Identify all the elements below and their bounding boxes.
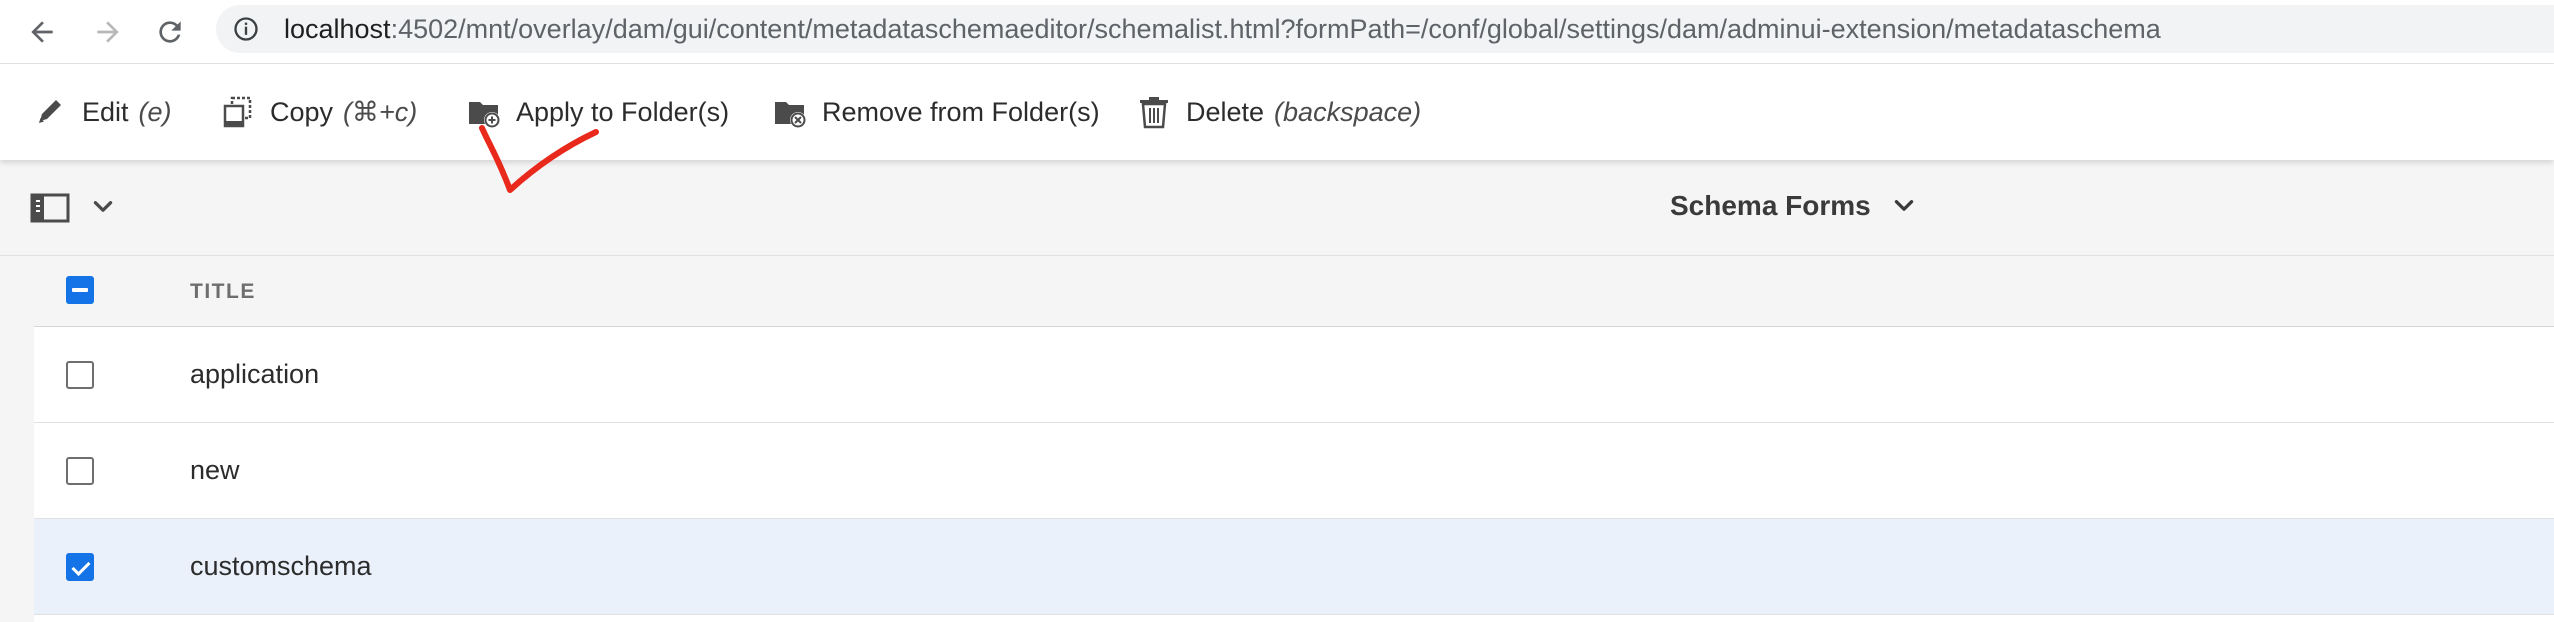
row-title[interactable]: customschema (190, 551, 372, 582)
pencil-icon (39, 100, 61, 123)
info-icon[interactable] (232, 15, 260, 43)
apply-label: Apply to Folder(s) (516, 96, 730, 127)
content-toolbar: Schema Forms (0, 160, 2554, 256)
rail-toggle-icon[interactable] (30, 192, 70, 224)
table-row[interactable]: new (34, 423, 2554, 519)
forward-button[interactable] (88, 12, 128, 52)
chevron-down-icon[interactable] (90, 194, 116, 220)
action-bar: Edit (e) Copy (⌘+c) Apply to Folder(s) R… (0, 64, 2554, 160)
column-header-title[interactable]: TITLE (190, 280, 256, 304)
url-text[interactable]: localhost:4502/mnt/overlay/dam/gui/conte… (284, 14, 2161, 44)
delete-button[interactable]: Delete (backspace) (1136, 64, 1421, 160)
remove-label: Remove from Folder(s) (822, 96, 1100, 127)
copy-icon (223, 96, 252, 128)
copy-button[interactable]: Copy (⌘+c) (220, 64, 417, 160)
copy-label: Copy (270, 96, 334, 127)
row-checkbox[interactable] (66, 457, 94, 485)
arrow-left-icon (31, 21, 53, 43)
edit-shortcut: (e) (138, 96, 172, 127)
schema-table: TITLE application new customschema (0, 256, 2554, 622)
arrow-right-icon (97, 21, 119, 43)
copy-shortcut: (⌘+c) (343, 96, 418, 127)
select-all-checkbox[interactable] (66, 276, 94, 304)
remove-from-folders-button[interactable]: Remove from Folder(s) (772, 64, 1100, 160)
chevron-down-icon (1894, 200, 1913, 211)
table-header: TITLE (0, 256, 2554, 326)
browser-bar: localhost:4502/mnt/overlay/dam/gui/conte… (0, 0, 2554, 64)
row-title[interactable]: application (190, 359, 319, 390)
url-path: :4502/mnt/overlay/dam/gui/content/metada… (390, 14, 2161, 44)
url-host: localhost (284, 14, 391, 44)
reload-icon (159, 21, 181, 43)
table-row[interactable]: application (34, 327, 2554, 423)
row-title[interactable]: new (190, 455, 240, 486)
reload-button[interactable] (150, 12, 190, 52)
folder-remove-icon (775, 102, 806, 128)
edit-button[interactable]: Edit (e) (32, 64, 172, 160)
checkmark-annotation-icon (479, 125, 599, 193)
edit-label: Edit (82, 96, 129, 127)
trash-icon (1140, 97, 1168, 129)
table-row[interactable]: customschema (34, 519, 2554, 615)
page-title: Schema Forms (1670, 190, 1871, 221)
address-bar[interactable]: localhost:4502/mnt/overlay/dam/gui/conte… (216, 5, 2554, 53)
table-body: application new customschema (34, 326, 2554, 622)
row-checkbox[interactable] (66, 361, 94, 389)
row-checkbox[interactable] (66, 553, 94, 581)
schema-forms-dropdown[interactable]: Schema Forms (1670, 190, 1917, 222)
back-button[interactable] (22, 12, 62, 52)
delete-label: Delete (1186, 96, 1265, 127)
delete-shortcut: (backspace) (1274, 96, 1422, 127)
